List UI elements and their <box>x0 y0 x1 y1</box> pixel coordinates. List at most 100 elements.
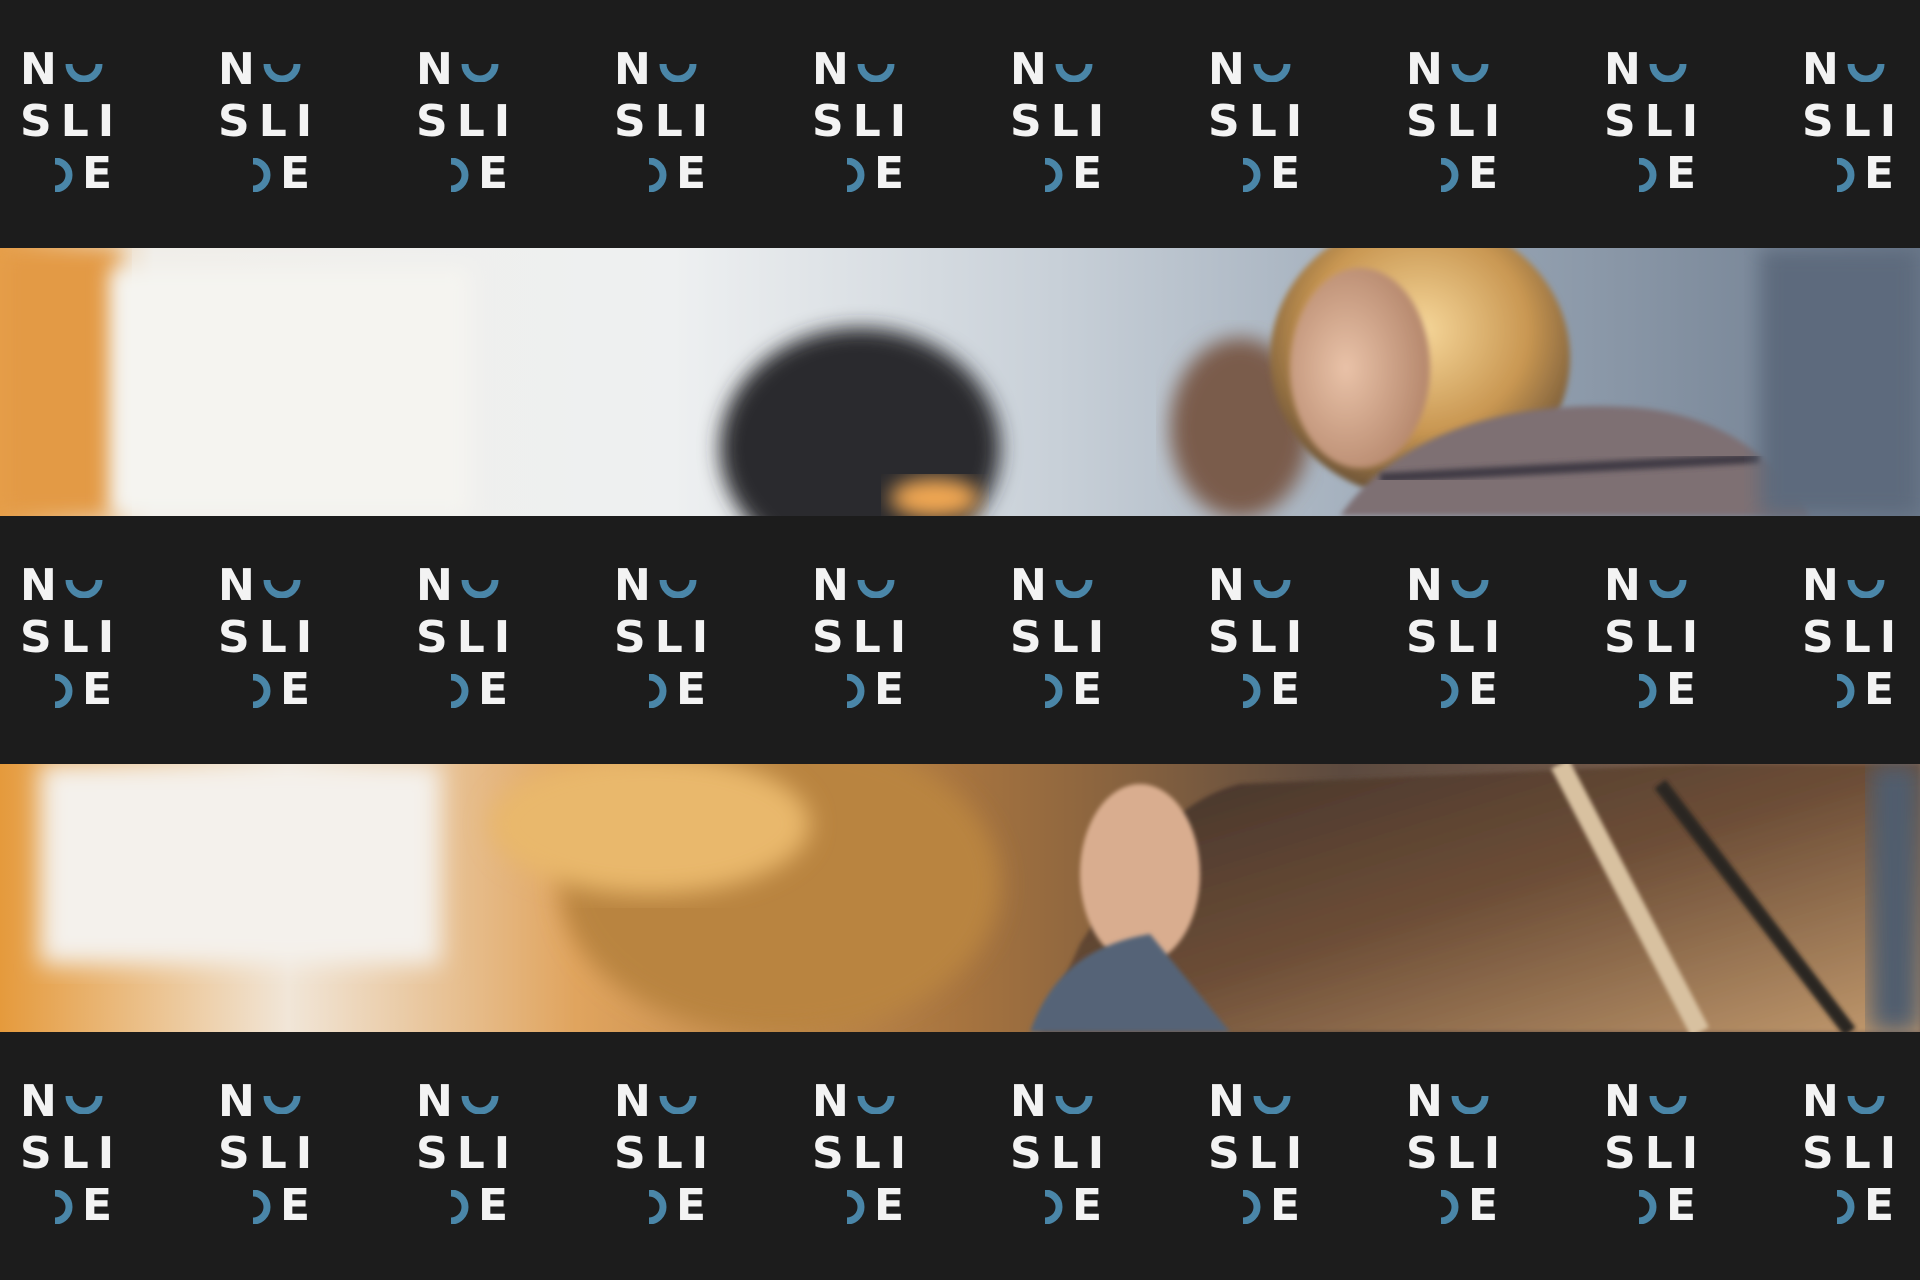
crescent-icon <box>252 158 271 192</box>
logo-letters-sli: SLI <box>1604 612 1708 663</box>
logo-letters-sli: SLI <box>812 612 916 663</box>
smile-arc-icon <box>65 579 103 598</box>
crescent-icon <box>1836 674 1855 708</box>
smile-arc-icon <box>461 1095 499 1114</box>
nuslide-logo: N SLI E <box>416 1076 510 1236</box>
logo-letter-n: N <box>1010 1076 1047 1127</box>
nuslide-logo: N SLI E <box>1802 44 1896 204</box>
logo-letter-n: N <box>1604 44 1641 95</box>
photo-people-bottom <box>0 764 1920 1032</box>
crescent-icon <box>1242 1190 1261 1224</box>
logo-letter-e: E <box>1270 1180 1301 1231</box>
nuslide-logo: N SLI E <box>1406 1076 1500 1236</box>
smile-arc-icon <box>1847 579 1885 598</box>
logo-letter-n: N <box>1406 44 1443 95</box>
logo-letter-n: N <box>1802 44 1839 95</box>
nuslide-logo: N SLI E <box>1208 44 1302 204</box>
nuslide-logo: N SLI E <box>1010 44 1104 204</box>
logo-letter-e: E <box>676 1180 707 1231</box>
logo-letter-n: N <box>1406 560 1443 611</box>
smile-arc-icon <box>857 1095 895 1114</box>
logo-letter-n: N <box>614 560 651 611</box>
logo-letters-sli: SLI <box>1208 612 1312 663</box>
crescent-icon <box>252 1190 271 1224</box>
logo-letter-n: N <box>1604 1076 1641 1127</box>
crescent-icon <box>450 674 469 708</box>
smile-arc-icon <box>65 1095 103 1114</box>
logo-letters-sli: SLI <box>1406 612 1510 663</box>
logo-letter-n: N <box>218 44 255 95</box>
smile-arc-icon <box>263 63 301 82</box>
logo-letter-n: N <box>812 44 849 95</box>
logo-letters-sli: SLI <box>1802 1128 1906 1179</box>
logo-letters-sli: SLI <box>812 1128 916 1179</box>
logo-letters-sli: SLI <box>416 612 520 663</box>
logo-letter-e: E <box>82 664 113 715</box>
nuslide-logo: N SLI E <box>1802 560 1896 720</box>
nuslide-pattern-poster: N SLI E N SLI E N SLI E N SLI E N SLI E … <box>0 0 1920 1280</box>
logo-letter-e: E <box>1666 1180 1697 1231</box>
logo-letter-e: E <box>1072 148 1103 199</box>
photo-strip-top <box>0 248 1920 516</box>
smile-arc-icon <box>1649 579 1687 598</box>
logo-letter-n: N <box>1208 560 1245 611</box>
logo-letter-e: E <box>1666 664 1697 715</box>
logo-letter-e: E <box>1468 148 1499 199</box>
logo-letter-e: E <box>874 664 905 715</box>
logo-letter-e: E <box>82 148 113 199</box>
logo-letter-n: N <box>218 560 255 611</box>
nuslide-logo: N SLI E <box>1604 44 1698 204</box>
logo-letters-sli: SLI <box>218 96 322 147</box>
smile-arc-icon <box>1451 579 1489 598</box>
logo-letter-n: N <box>1010 560 1047 611</box>
crescent-icon <box>846 158 865 192</box>
nuslide-logo: N SLI E <box>812 1076 906 1236</box>
logo-letter-e: E <box>280 1180 311 1231</box>
logo-letters-sli: SLI <box>1604 1128 1708 1179</box>
logo-letters-sli: SLI <box>614 96 718 147</box>
logo-letter-n: N <box>1208 1076 1245 1127</box>
logo-letters-sli: SLI <box>1208 96 1312 147</box>
nuslide-logo: N SLI E <box>218 1076 312 1236</box>
logo-letter-n: N <box>218 1076 255 1127</box>
nuslide-logo: N SLI E <box>20 1076 114 1236</box>
logo-letter-n: N <box>20 560 57 611</box>
logo-band-bottom: N SLI E N SLI E N SLI E N SLI E N SLI E … <box>0 1032 1920 1280</box>
nuslide-logo: N SLI E <box>20 560 114 720</box>
logo-letter-e: E <box>1864 148 1895 199</box>
logo-letters-sli: SLI <box>20 96 124 147</box>
logo-letter-e: E <box>478 1180 509 1231</box>
logo-letter-n: N <box>1604 560 1641 611</box>
smile-arc-icon <box>659 579 697 598</box>
smile-arc-icon <box>263 579 301 598</box>
logo-letter-n: N <box>1208 44 1245 95</box>
logo-letters-sli: SLI <box>416 96 520 147</box>
crescent-icon <box>1242 158 1261 192</box>
logo-letter-e: E <box>1468 664 1499 715</box>
logo-letter-n: N <box>1010 44 1047 95</box>
crescent-icon <box>1044 158 1063 192</box>
logo-letters-sli: SLI <box>1406 96 1510 147</box>
nuslide-logo: N SLI E <box>1604 1076 1698 1236</box>
smile-arc-icon <box>461 63 499 82</box>
crescent-icon <box>1440 1190 1459 1224</box>
logo-letters-sli: SLI <box>1010 1128 1114 1179</box>
nuslide-logo: N SLI E <box>416 560 510 720</box>
nuslide-logo: N SLI E <box>1406 560 1500 720</box>
logo-letter-e: E <box>676 664 707 715</box>
logo-letters-sli: SLI <box>812 96 916 147</box>
nuslide-logo: N SLI E <box>218 560 312 720</box>
nuslide-logo: N SLI E <box>812 560 906 720</box>
nuslide-logo: N SLI E <box>1010 1076 1104 1236</box>
smile-arc-icon <box>1847 63 1885 82</box>
logo-letters-sli: SLI <box>1208 1128 1312 1179</box>
crescent-icon <box>1638 158 1657 192</box>
logo-letter-e: E <box>1864 664 1895 715</box>
logo-letter-e: E <box>1864 1180 1895 1231</box>
logo-letters-sli: SLI <box>1010 612 1114 663</box>
crescent-icon <box>846 1190 865 1224</box>
crescent-icon <box>1044 1190 1063 1224</box>
nuslide-logo: N SLI E <box>20 44 114 204</box>
smile-arc-icon <box>1451 1095 1489 1114</box>
logo-letters-sli: SLI <box>1802 96 1906 147</box>
